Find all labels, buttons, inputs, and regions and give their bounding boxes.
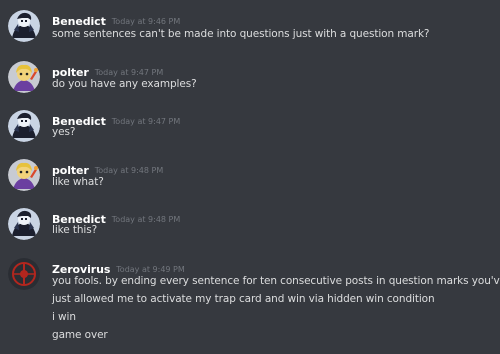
message-header: Benedict Today at 9:47 PM — [52, 110, 181, 128]
polter-avatar-icon[interactable] — [8, 61, 40, 93]
message-text: just allowed me to activate my trap card… — [52, 293, 435, 305]
timestamp: Today at 9:46 PM — [111, 17, 181, 26]
message-header: Benedict Today at 9:46 PM — [52, 10, 181, 28]
zerovirus-avatar-icon[interactable] — [8, 258, 40, 290]
chat-message-list: Benedict Today at 9:46 PM some sentences … — [0, 0, 500, 354]
message-text: game over — [52, 329, 108, 341]
message-header: polter Today at 9:48 PM — [52, 159, 164, 177]
timestamp: Today at 9:48 PM — [111, 215, 181, 224]
username[interactable]: Benedict — [52, 15, 106, 28]
benedict-avatar-icon[interactable] — [8, 110, 40, 142]
timestamp: Today at 9:47 PM — [94, 68, 164, 77]
message-text: some sentences can't be made into questi… — [52, 28, 430, 40]
message-text: you fools. by ending every sentence for … — [52, 275, 500, 287]
message-text: yes? — [52, 126, 76, 138]
timestamp: Today at 9:49 PM — [116, 265, 185, 274]
benedict-avatar-icon[interactable] — [8, 10, 40, 42]
message-header: Benedict Today at 9:48 PM — [52, 208, 181, 226]
timestamp: Today at 9:47 PM — [111, 117, 181, 126]
message-text: i win — [52, 311, 76, 323]
message-text: like this? — [52, 224, 98, 236]
benedict-avatar-icon[interactable] — [8, 208, 40, 240]
message-header: Zerovirus Today at 9:49 PM — [52, 258, 185, 276]
message-text: like what? — [52, 176, 104, 188]
timestamp: Today at 9:48 PM — [94, 166, 164, 175]
polter-avatar-icon[interactable] — [8, 159, 40, 191]
message-text: do you have any examples? — [52, 78, 197, 90]
message-header: polter Today at 9:47 PM — [52, 61, 164, 79]
